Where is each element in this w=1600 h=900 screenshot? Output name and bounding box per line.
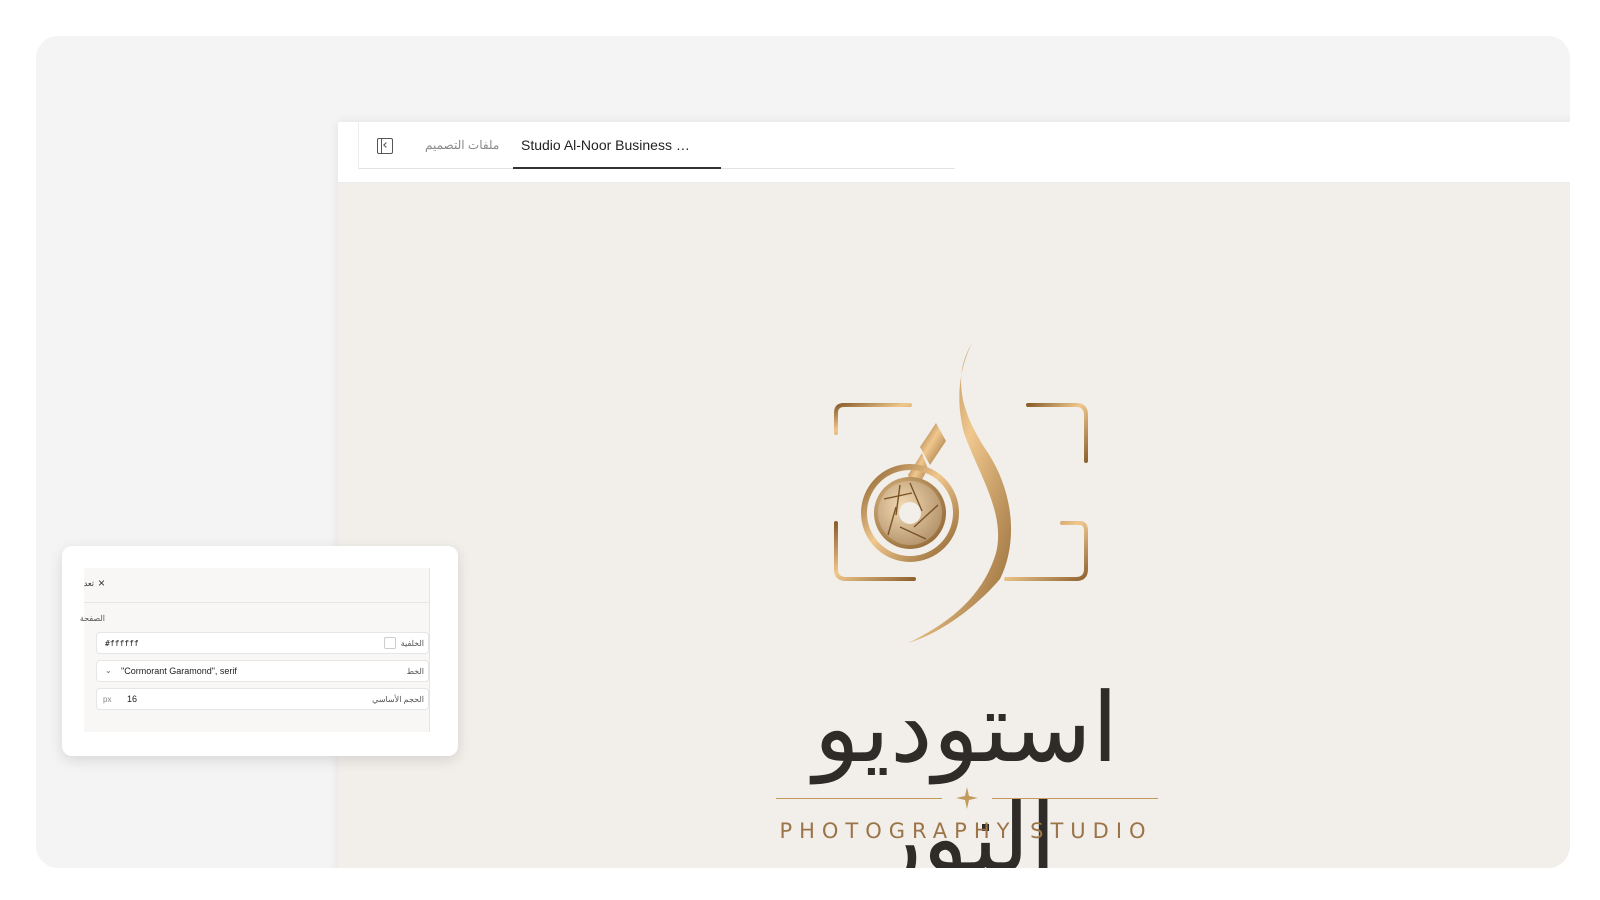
close-icon[interactable]: × [98,576,105,590]
font-value[interactable]: "Cormorant Garamond", serif [121,666,237,676]
background-value[interactable]: #ffffff [105,639,139,648]
background-color-row[interactable]: الخلفية #ffffff [96,632,429,654]
tab-strip: ملفات التصميم Studio Al-Noor Business … [358,122,955,169]
stage-background: ملفات التصميم Studio Al-Noor Business … [36,36,1570,868]
editor-window: ملفات التصميم Studio Al-Noor Business … [338,122,1570,868]
divider-right [992,798,1158,799]
panel-header: تعد × [84,568,429,603]
background-label: الخلفية [400,639,424,648]
divider-left [776,798,942,799]
page-settings-card: تعد × الصفحة الخلفية #ffffff الخط ⌄ "Cor… [62,546,458,756]
tab-design-files[interactable]: ملفات التصميم [425,122,499,168]
logo-subtitle: PHOTOGRAPHY STUDIO [779,819,1153,843]
section-label-page: الصفحة [79,614,105,623]
color-swatch[interactable] [384,637,396,649]
sparkle-icon [956,787,978,809]
sidebar-toggle-icon[interactable] [377,138,393,154]
base-size-label: الحجم الأساسي [372,695,424,704]
tab-active-document[interactable]: Studio Al-Noor Business … [513,122,721,169]
tab-bar: ملفات التصميم Studio Al-Noor Business … [338,122,1570,183]
font-select-row[interactable]: الخط ⌄ "Cormorant Garamond", serif [96,660,429,682]
design-canvas[interactable]: استوديو النور PHOTOGRAPHY STUDIO [338,183,1570,868]
settings-panel: تعد × الصفحة الخلفية #ffffff الخط ⌄ "Cor… [80,568,430,732]
base-size-row[interactable]: الحجم الأساسي px 16 [96,688,429,710]
camera-logo-icon [834,343,1088,643]
size-unit: px [103,695,112,704]
size-value[interactable]: 16 [127,694,137,704]
panel-title: تعد [83,579,94,588]
font-label: الخط [406,667,424,676]
chevron-down-icon[interactable]: ⌄ [105,666,112,675]
